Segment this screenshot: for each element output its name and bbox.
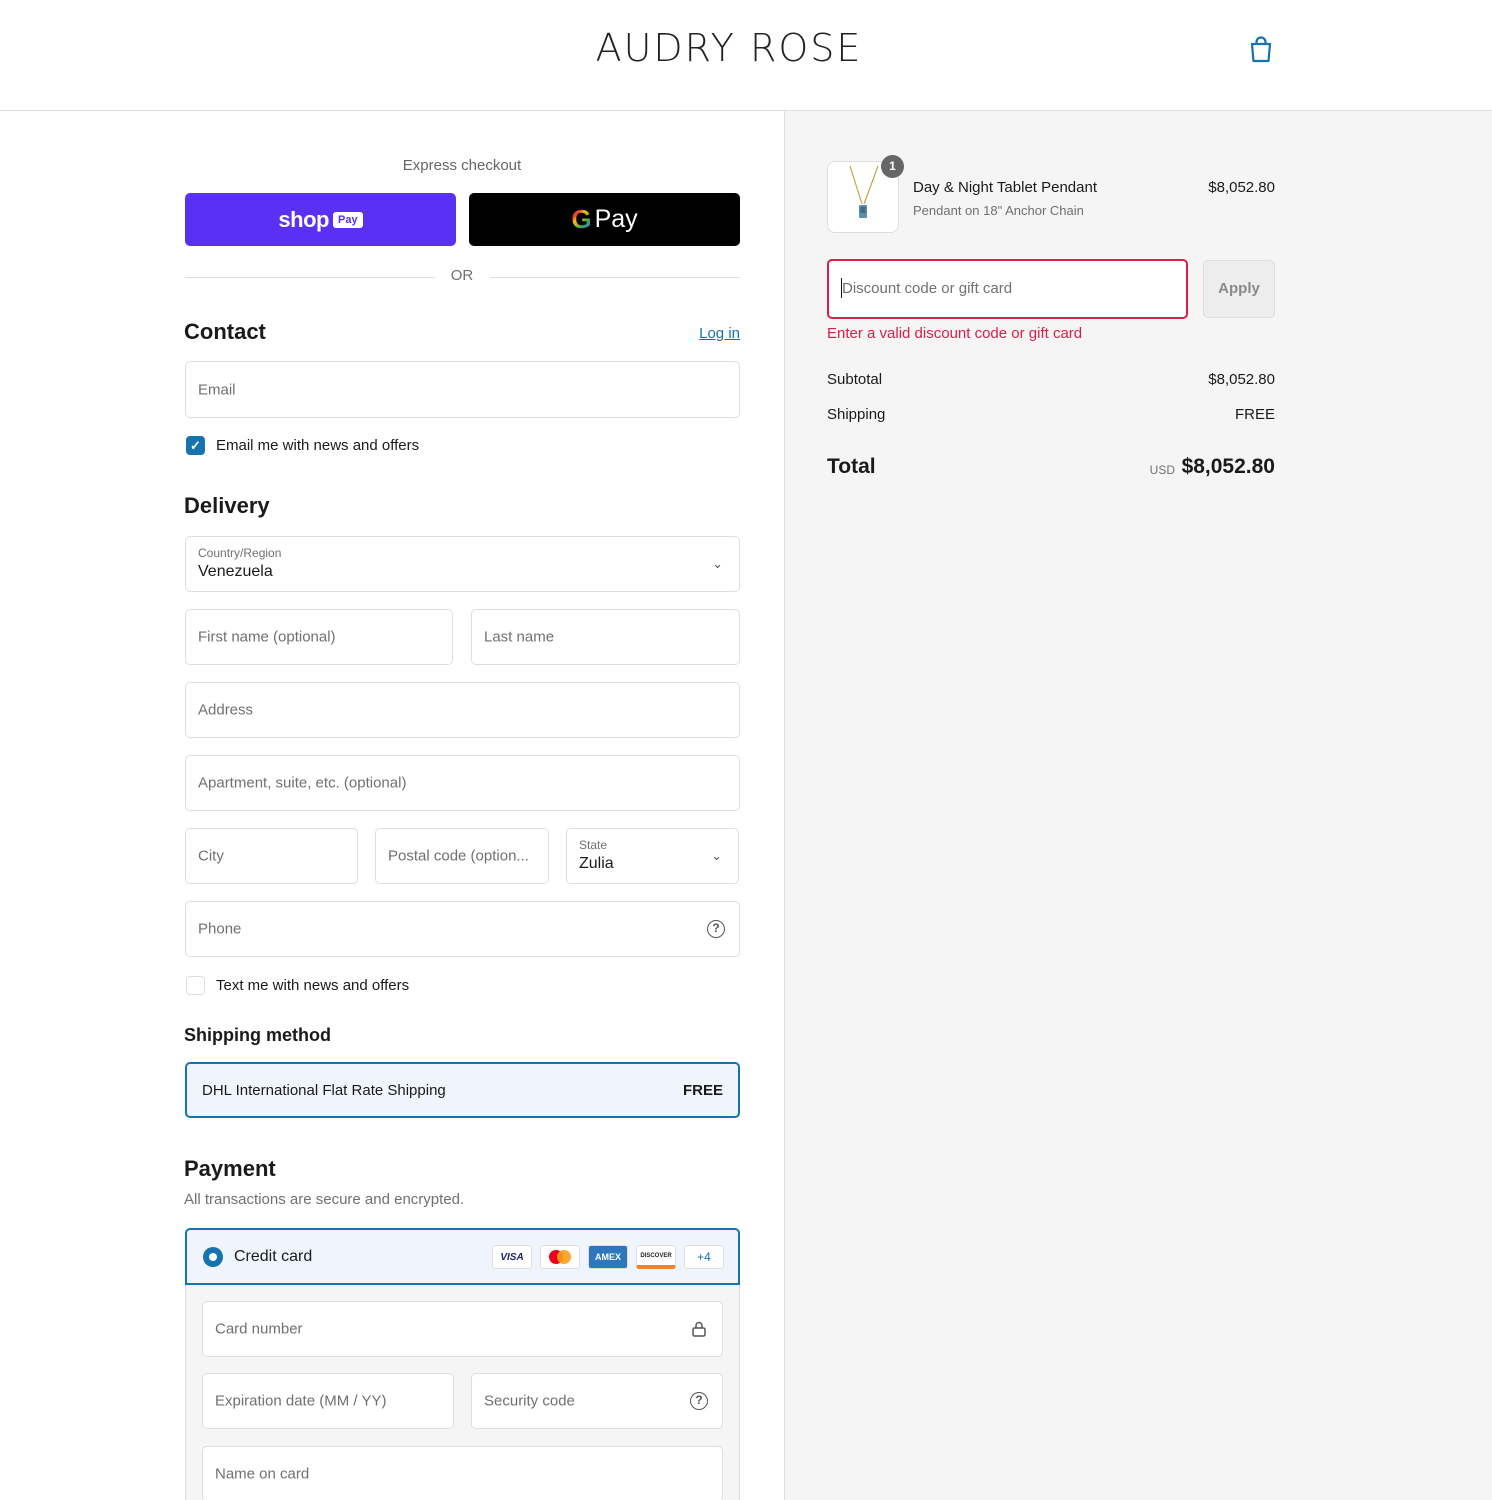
name-on-card-placeholder: Name on card bbox=[215, 1465, 310, 1483]
contact-heading: Contact bbox=[184, 319, 266, 344]
shop-pay-wordmark: shop bbox=[278, 206, 329, 232]
total-currency: USD bbox=[1149, 463, 1175, 477]
country-label: Country/Region bbox=[198, 546, 282, 560]
help-circle-icon[interactable]: ? bbox=[707, 920, 725, 938]
order-summary: 1 Day & Night Tablet Pendant Pendant on … bbox=[784, 111, 1492, 1500]
shopping-bag-icon[interactable] bbox=[1248, 34, 1274, 64]
apply-discount-button[interactable]: Apply bbox=[1203, 260, 1275, 318]
google-pay-button[interactable]: G Pay bbox=[469, 193, 740, 246]
state-select[interactable]: State Zulia ⌄ bbox=[566, 828, 739, 884]
state-label: State bbox=[579, 838, 608, 852]
discount-code-input[interactable]: Discount code or gift card bbox=[827, 259, 1188, 319]
newsletter-checkbox[interactable]: ✓ bbox=[186, 436, 205, 455]
phone-field[interactable]: Phone ? bbox=[185, 901, 740, 957]
sms-checkbox[interactable] bbox=[186, 976, 205, 995]
credit-card-radio[interactable] bbox=[203, 1247, 223, 1267]
subtotal-label: Subtotal bbox=[827, 371, 883, 388]
phone-placeholder: Phone bbox=[198, 920, 242, 938]
expiration-field[interactable]: Expiration date (MM / YY) bbox=[202, 1373, 454, 1429]
lock-icon bbox=[692, 1321, 706, 1337]
city-field[interactable]: City bbox=[185, 828, 358, 884]
discount-error-message: Enter a valid discount code or gift card bbox=[827, 325, 1083, 342]
google-g-icon: G bbox=[571, 204, 592, 234]
total-value: $8,052.80 bbox=[1181, 455, 1275, 478]
expiration-placeholder: Expiration date (MM / YY) bbox=[215, 1392, 387, 1410]
chevron-down-icon: ⌄ bbox=[712, 556, 723, 571]
product-variant: Pendant on 18" Anchor Chain bbox=[913, 203, 1084, 218]
google-pay-wordmark: Pay bbox=[594, 205, 638, 233]
country-select[interactable]: Country/Region Venezuela ⌄ bbox=[185, 536, 740, 592]
divider-left bbox=[185, 277, 435, 278]
card-number-placeholder: Card number bbox=[215, 1320, 303, 1338]
email-field[interactable]: Email bbox=[185, 361, 740, 418]
last-name-placeholder: Last name bbox=[484, 628, 555, 646]
card-details-panel: Card number Expiration date (MM / YY) Se… bbox=[185, 1285, 740, 1500]
amex-icon: AMEX bbox=[588, 1245, 628, 1269]
address-field[interactable]: Address bbox=[185, 682, 740, 738]
discover-icon: DISCOVER bbox=[636, 1245, 676, 1269]
postal-code-field[interactable]: Postal code (option... bbox=[375, 828, 549, 884]
first-name-field[interactable]: First name (optional) bbox=[185, 609, 453, 665]
shipping-method-heading: Shipping method bbox=[184, 1025, 331, 1045]
apartment-field[interactable]: Apartment, suite, etc. (optional) bbox=[185, 755, 740, 811]
express-checkout-label: Express checkout bbox=[402, 157, 522, 174]
product-price: $8,052.80 bbox=[1208, 179, 1275, 196]
login-link[interactable]: Log in bbox=[640, 325, 740, 342]
shop-pay-button[interactable]: shop Pay bbox=[185, 193, 456, 246]
address-placeholder: Address bbox=[198, 701, 254, 719]
shipping-option[interactable]: DHL International Flat Rate Shipping FRE… bbox=[185, 1062, 740, 1118]
shipping-label: Shipping bbox=[827, 406, 886, 423]
divider-right bbox=[490, 277, 740, 278]
mastercard-icon bbox=[540, 1245, 580, 1269]
shop-pay-chip: Pay bbox=[332, 211, 363, 228]
country-value: Venezuela bbox=[198, 563, 273, 580]
quantity-badge: 1 bbox=[881, 155, 904, 178]
last-name-field[interactable]: Last name bbox=[471, 609, 740, 665]
chevron-down-icon: ⌄ bbox=[711, 848, 722, 863]
more-cards-badge[interactable]: +4 bbox=[684, 1245, 724, 1269]
security-code-placeholder: Security code bbox=[484, 1392, 575, 1410]
checkout-form: Express checkout shop Pay G Pay OR Conta… bbox=[0, 111, 784, 1500]
brand-logo[interactable]: AUDRY ROSE bbox=[0, 26, 1458, 70]
apartment-placeholder: Apartment, suite, etc. (optional) bbox=[198, 774, 407, 792]
postal-code-placeholder: Postal code (option... bbox=[388, 847, 529, 865]
discount-placeholder: Discount code or gift card bbox=[842, 280, 1013, 297]
help-circle-icon[interactable]: ? bbox=[690, 1392, 708, 1410]
header: AUDRY ROSE bbox=[0, 0, 1492, 111]
product-title: Day & Night Tablet Pendant bbox=[913, 179, 1098, 196]
first-name-placeholder: First name (optional) bbox=[198, 628, 336, 646]
shipping-option-name: DHL International Flat Rate Shipping bbox=[202, 1082, 446, 1099]
visa-icon: VISA bbox=[492, 1245, 532, 1269]
shipping-value: FREE bbox=[1234, 406, 1275, 423]
subtotal-value: $8,052.80 bbox=[1208, 371, 1275, 388]
security-code-field[interactable]: Security code ? bbox=[471, 1373, 723, 1429]
payment-heading: Payment bbox=[184, 1156, 276, 1181]
name-on-card-field[interactable]: Name on card bbox=[202, 1446, 723, 1500]
payment-subtitle: All transactions are secure and encrypte… bbox=[184, 1191, 465, 1208]
state-value: Zulia bbox=[579, 855, 614, 872]
credit-card-label: Credit card bbox=[234, 1248, 313, 1265]
card-number-field[interactable]: Card number bbox=[202, 1301, 723, 1357]
email-placeholder: Email bbox=[198, 381, 236, 398]
total-label: Total bbox=[827, 455, 876, 478]
delivery-heading: Delivery bbox=[184, 493, 270, 518]
or-divider-text: OR bbox=[450, 267, 474, 284]
city-placeholder: City bbox=[198, 847, 224, 865]
sms-label: Text me with news and offers bbox=[216, 977, 410, 994]
credit-card-option[interactable]: Credit card VISA AMEX DISCOVER +4 bbox=[185, 1228, 740, 1285]
shipping-option-price: FREE bbox=[682, 1082, 723, 1099]
newsletter-label: Email me with news and offers bbox=[216, 437, 420, 454]
